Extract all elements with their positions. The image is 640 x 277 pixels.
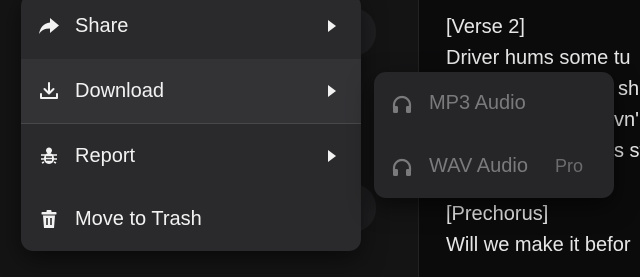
headphones-icon <box>391 93 413 115</box>
context-menu: Share Download Report Move to Trash <box>21 0 361 251</box>
lyrics-line: [Verse 2] <box>446 16 525 38</box>
chevron-right-icon <box>325 84 339 98</box>
menu-item-share[interactable]: Share <box>21 0 361 58</box>
submenu-item-label: MP3 Audio <box>429 92 526 114</box>
menu-item-download[interactable]: Download <box>21 59 361 123</box>
menu-item-label: Download <box>75 79 164 102</box>
trash-icon <box>38 208 60 230</box>
menu-item-report[interactable]: Report <box>21 124 361 188</box>
submenu-item-label: WAV Audio <box>429 155 528 177</box>
lyrics-line: Will we make it befor <box>446 234 631 256</box>
download-icon <box>38 80 60 102</box>
lyrics-line: [Prechorus] <box>446 203 549 225</box>
submenu-item-mp3-audio[interactable]: MP3 Audio <box>374 72 614 135</box>
headphones-icon <box>391 156 413 178</box>
bug-icon <box>38 145 60 167</box>
menu-item-label: Report <box>75 144 136 167</box>
menu-item-label: Move to Trash <box>75 207 202 230</box>
chevron-right-icon <box>325 19 339 33</box>
menu-item-label: Share <box>75 14 129 37</box>
pro-badge: Pro <box>554 156 583 176</box>
lyrics-line: Driver hums some tu <box>446 47 631 69</box>
submenu-item-wav-audio[interactable]: WAV Audio Pro <box>374 135 614 198</box>
chevron-right-icon <box>325 149 339 163</box>
download-submenu: MP3 Audio WAV Audio Pro <box>374 72 614 198</box>
share-icon <box>38 15 60 37</box>
menu-item-move-to-trash[interactable]: Move to Trash <box>21 187 361 251</box>
